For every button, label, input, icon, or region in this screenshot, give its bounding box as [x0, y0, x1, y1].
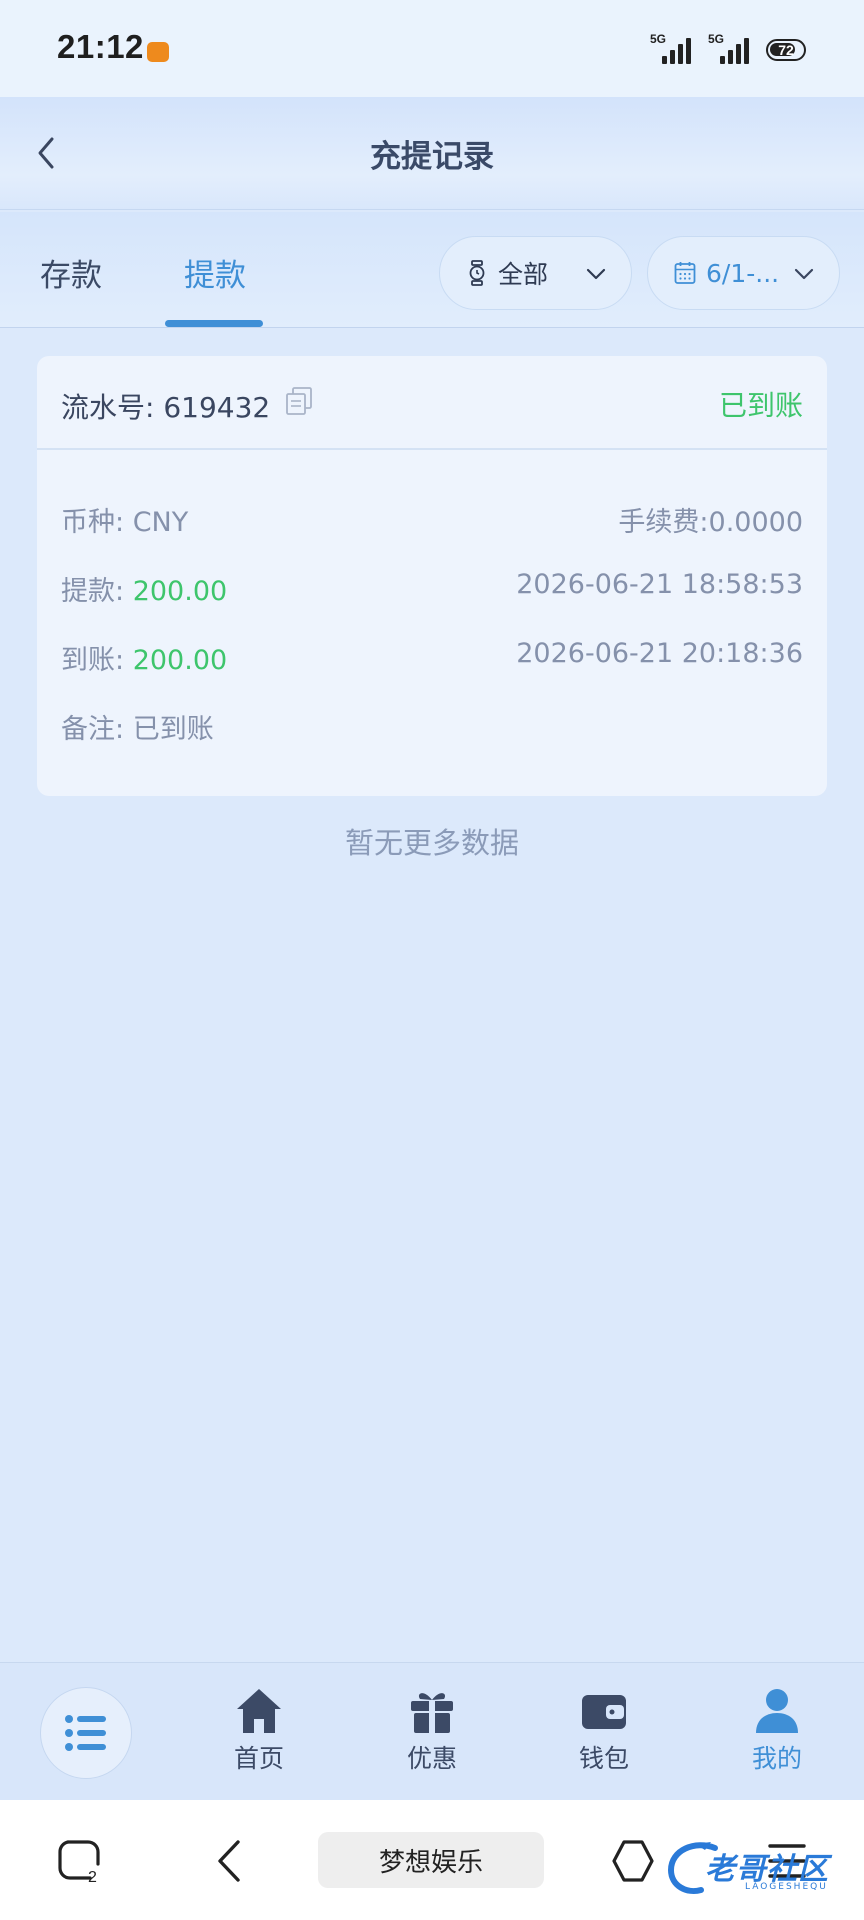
status-indicators: 5G 5G 72: [650, 32, 806, 66]
home-icon: [237, 1689, 281, 1733]
network-type-label: 5G: [708, 32, 725, 46]
nav-profile[interactable]: 我的: [727, 1685, 827, 1775]
bottom-nav: 首页 优惠 钱包 我的: [0, 1662, 864, 1800]
tabs-filter-bar: 存款 提款 全部 6/1-...: [0, 212, 864, 328]
system-home-icon[interactable]: [608, 1836, 658, 1886]
current-app-label[interactable]: 梦想娱乐: [318, 1832, 544, 1888]
page-title: 充提记录: [370, 139, 494, 175]
nav-profile-label: 我的: [751, 1744, 802, 1773]
arrival-time: 2026-06-21 20:18:36: [516, 638, 803, 669]
chevron-down-icon: [586, 268, 606, 280]
arrival-row: 到账: 200.00 2026-06-21 20:18:36: [61, 638, 803, 676]
network-type-label: 5G: [650, 32, 667, 46]
user-icon: [756, 1689, 798, 1733]
battery-level: 72: [778, 42, 794, 58]
active-tab-indicator: [165, 320, 263, 327]
currency-row: 币种: CNY 手续费:0.0000: [61, 500, 803, 538]
notification-app-icon: [147, 42, 169, 62]
date-filter-dropdown[interactable]: 6/1-...: [647, 236, 840, 310]
nav-promotions-label: 优惠: [406, 1744, 457, 1773]
nav-wallet-label: 钱包: [578, 1744, 629, 1773]
status-time: 21:12: [57, 28, 144, 65]
signal-icon: 5G: [708, 32, 750, 66]
recent-count: 2: [88, 1869, 97, 1886]
no-more-data-note: 暂无更多数据: [344, 826, 519, 860]
withdraw-amount: 200.00: [132, 576, 228, 607]
tab-deposit[interactable]: 存款: [40, 250, 102, 295]
nav-promotions[interactable]: 优惠: [382, 1685, 482, 1775]
currency-label: 币种:: [61, 507, 125, 538]
watch-icon: [469, 260, 485, 286]
tab-withdraw[interactable]: 提款: [184, 250, 246, 295]
system-back-icon[interactable]: [206, 1836, 256, 1886]
arrival-label: 到账:: [61, 645, 125, 676]
watermark-subtext: LAOGESHEQU: [745, 1882, 828, 1892]
type-filter-label: 全部: [498, 260, 549, 289]
remark-row: 备注: 已到账: [61, 707, 803, 745]
status-bar: 21:12 5G 5G 72: [0, 0, 864, 97]
battery-icon: 72: [766, 39, 806, 61]
withdraw-row: 提款: 200.00 2026-06-21 18:58:53: [61, 569, 803, 607]
watermark-logo: 老哥社区 LAOGESHEQU: [665, 1838, 855, 1900]
withdraw-time: 2026-06-21 18:58:53: [516, 569, 803, 600]
wallet-icon: [582, 1695, 626, 1729]
remark-label: 备注:: [61, 714, 125, 745]
currency-value: CNY: [132, 507, 189, 538]
date-filter-label: 6/1-...: [706, 258, 780, 288]
chevron-down-icon: [794, 268, 814, 280]
calendar-icon: [674, 262, 696, 284]
record-card-header: 流水号: 619432 已到账: [37, 356, 827, 450]
serial-number: 流水号: 619432: [61, 391, 271, 424]
type-filter-dropdown[interactable]: 全部: [439, 236, 632, 310]
gift-icon: [411, 1693, 453, 1733]
fee-value: 手续费:0.0000: [618, 507, 803, 538]
copy-icon[interactable]: [285, 386, 313, 416]
arrival-amount: 200.00: [132, 645, 228, 676]
remark-value: 已到账: [132, 714, 214, 745]
list-menu-icon: [65, 1715, 106, 1751]
nav-wallet[interactable]: 钱包: [554, 1685, 654, 1775]
withdrawal-record-card: 流水号: 619432 已到账 币种: CNY 手续费:0.0000 提款: 2…: [37, 356, 827, 796]
signal-icon: 5G: [650, 32, 692, 66]
recent-apps-icon[interactable]: 2: [54, 1836, 104, 1886]
withdraw-label: 提款:: [61, 576, 125, 607]
record-status: 已到账: [718, 389, 803, 422]
nav-home[interactable]: 首页: [209, 1685, 309, 1775]
menu-button[interactable]: [40, 1687, 132, 1779]
nav-home-label: 首页: [233, 1744, 284, 1773]
page-header: 充提记录: [0, 97, 864, 210]
